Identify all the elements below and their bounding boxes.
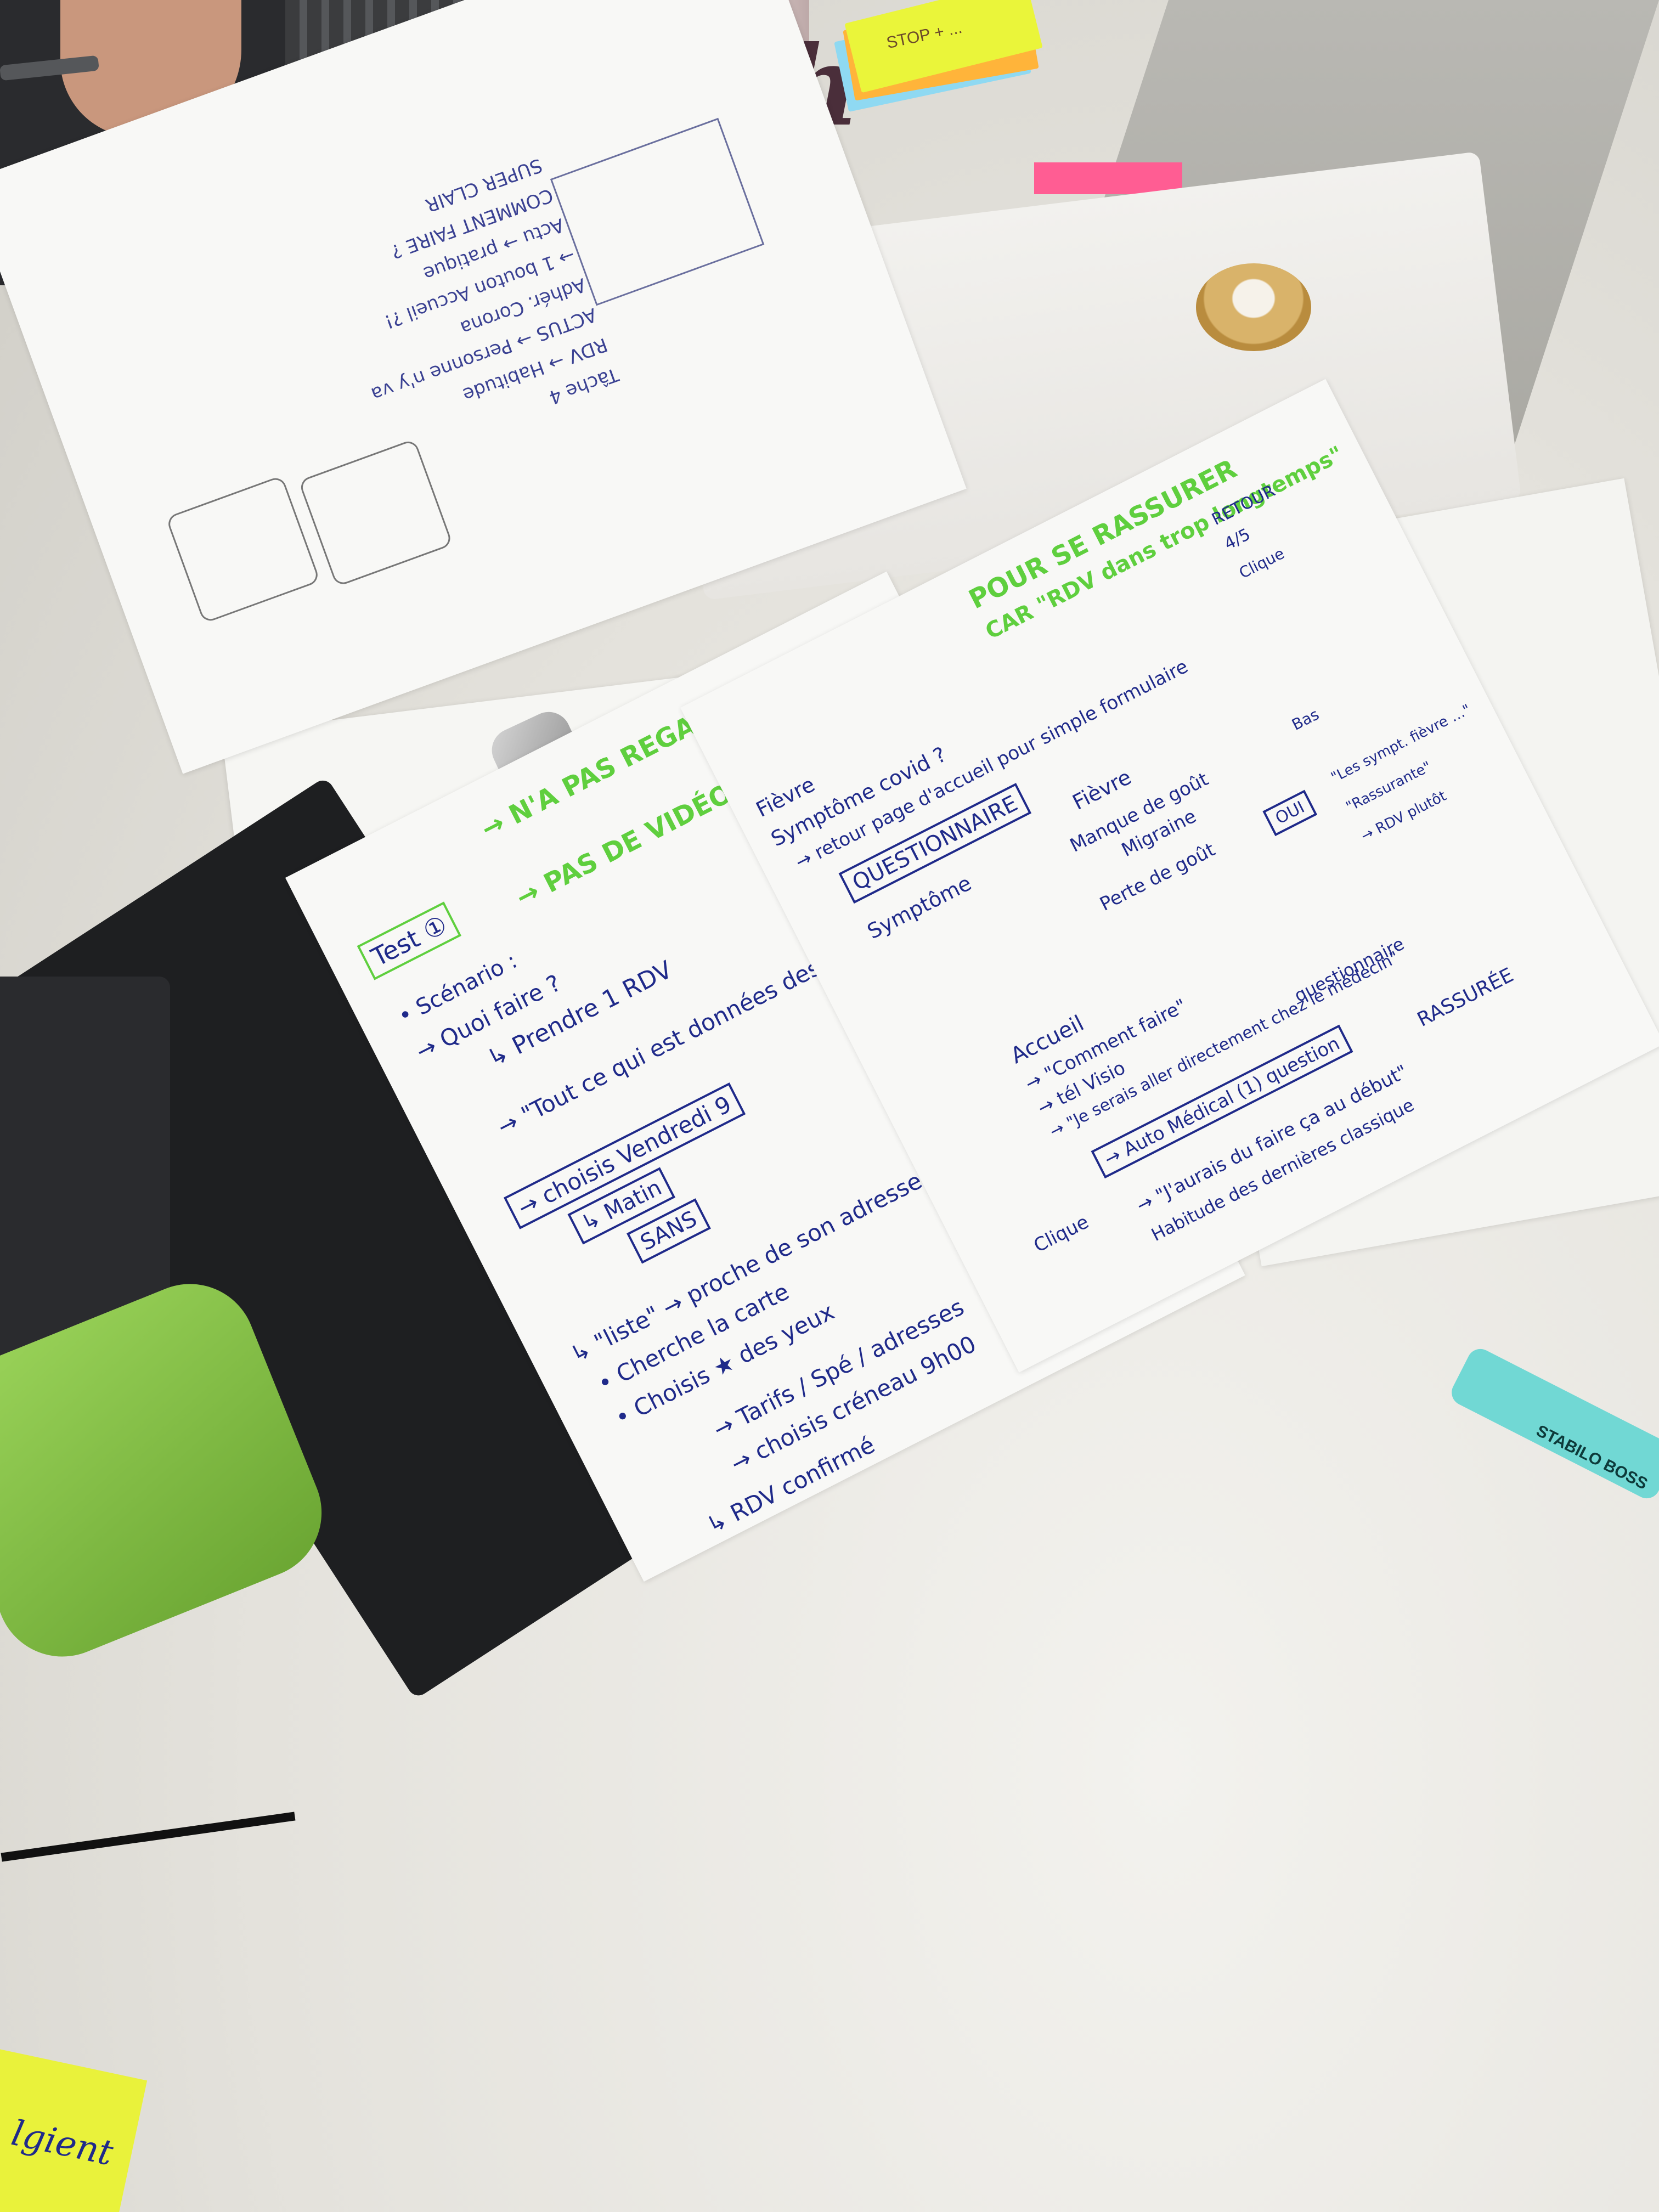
- note-line: RASSURÉE: [1413, 963, 1517, 1031]
- test-tag: Test ①: [357, 901, 462, 980]
- note-line: 4/5: [1221, 524, 1254, 554]
- phone-wireframe: [165, 475, 321, 624]
- sticky-note-pink: [1034, 162, 1182, 194]
- note-line: Bas: [1289, 705, 1322, 734]
- tape-roll: [1196, 263, 1311, 351]
- phone-wireframe: [298, 438, 454, 588]
- note-line: Clique: [1236, 544, 1288, 583]
- note-line: Clique: [1030, 1211, 1093, 1257]
- photo-scene: th STOP + ... Tâche 4 RDV → Habitude ACT…: [0, 0, 1659, 2212]
- note-line: Perte de goût: [1096, 838, 1219, 916]
- note-line: OUI: [1262, 789, 1318, 837]
